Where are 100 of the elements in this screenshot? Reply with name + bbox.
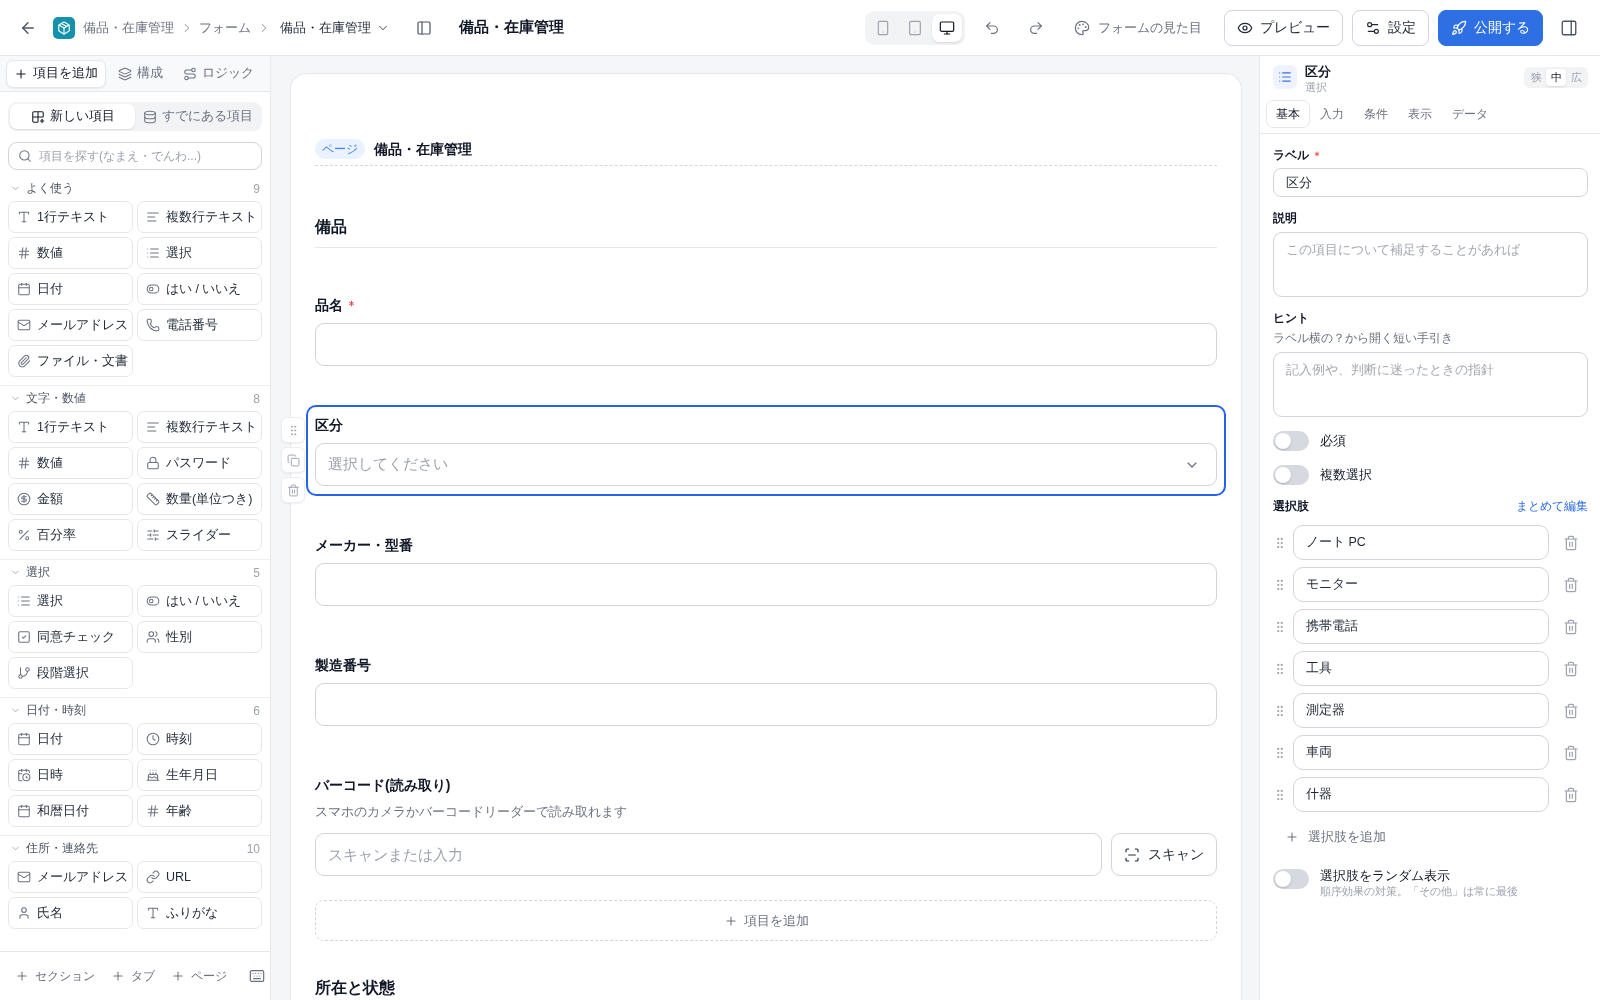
field-type-tile[interactable]: メールアドレス	[8, 861, 133, 893]
field-type-tile[interactable]: はい / いいえ	[137, 273, 262, 305]
description-textarea[interactable]: この項目について補足することがあれば	[1273, 232, 1588, 297]
trash-icon[interactable]	[1563, 702, 1579, 719]
field-type-tile[interactable]: 数値	[8, 447, 133, 479]
clock-icon	[146, 732, 160, 746]
toggle-switch[interactable]	[1273, 869, 1309, 889]
drag-handle-button[interactable]	[281, 417, 305, 443]
option-input[interactable]: 工具	[1293, 651, 1549, 686]
breadcrumb-link[interactable]: フォーム	[199, 18, 251, 37]
preview-button[interactable]: プレビュー	[1224, 9, 1343, 46]
text-input[interactable]	[315, 323, 1217, 366]
field-type-tile[interactable]: ふりがな	[137, 897, 262, 929]
bulk-edit-link[interactable]: まとめて編集	[1516, 498, 1588, 514]
trash-icon[interactable]	[1563, 534, 1579, 551]
trash-icon[interactable]	[1563, 660, 1579, 677]
form-menu-button[interactable]: 備品・在庫管理	[280, 18, 390, 37]
field-type-tile[interactable]: メールアドレス	[8, 309, 133, 341]
search-field[interactable]: 項目を探す(なまえ・でんわ...)	[8, 142, 262, 170]
field-type-tile[interactable]: 生年月日	[137, 759, 262, 791]
field-type-tile[interactable]: 数量(単位つき)	[137, 483, 262, 515]
footer-add-button[interactable]: ページ	[171, 968, 227, 984]
undo-icon[interactable]	[984, 19, 1000, 36]
field-type-tile[interactable]: 複数行テキスト	[137, 201, 262, 233]
sidebar-tab[interactable]: ロジック	[175, 59, 262, 88]
inspector-tab[interactable]: 基本	[1266, 100, 1310, 128]
toggle-switch[interactable]	[1273, 431, 1309, 451]
duplicate-button[interactable]	[281, 447, 305, 473]
field-type-tile[interactable]: 電話番号	[137, 309, 262, 341]
option-input[interactable]: 什器	[1293, 777, 1549, 812]
footer-add-button[interactable]: タブ	[111, 968, 155, 984]
option-input[interactable]: モニター	[1293, 567, 1549, 602]
sidebar-tab[interactable]: 項目を追加	[6, 59, 106, 88]
option-input[interactable]: 測定器	[1293, 693, 1549, 728]
option-input[interactable]: 車両	[1293, 735, 1549, 770]
field-type-tile[interactable]: 百分率	[8, 519, 133, 551]
toggle-label: 必須	[1320, 433, 1346, 449]
field-type-tile[interactable]: 年齢	[137, 795, 262, 827]
breadcrumb-link[interactable]: 備品・在庫管理	[83, 18, 174, 37]
mode-tab[interactable]: すでにある項目	[135, 104, 260, 129]
field-type-tile[interactable]: 1行テキスト	[8, 411, 133, 443]
mode-tab[interactable]: 新しい項目	[10, 104, 135, 129]
sidebar-tab[interactable]: 構成	[110, 59, 171, 88]
add-item-button[interactable]: 項目を追加	[315, 900, 1217, 941]
field-type-tile[interactable]: 日付	[8, 723, 133, 755]
copy-icon	[286, 453, 300, 467]
field-type-tile[interactable]: 時刻	[137, 723, 262, 755]
field-type-tile[interactable]: 日付	[8, 273, 133, 305]
field-type-tile[interactable]: ファイル・文書	[8, 345, 133, 377]
desktop-view-button[interactable]	[932, 13, 962, 42]
toggle-icon	[146, 594, 160, 608]
group-title[interactable]: よく使う	[26, 180, 74, 197]
field-type-tile[interactable]: 氏名	[8, 897, 133, 929]
text-input[interactable]	[315, 683, 1217, 726]
label-input[interactable]: 区分	[1273, 168, 1588, 197]
text-input[interactable]	[315, 563, 1217, 606]
field-type-tile[interactable]: 複数行テキスト	[137, 411, 262, 443]
field-type-tile[interactable]: 選択	[8, 585, 133, 617]
redo-icon[interactable]	[1028, 19, 1044, 36]
inspector-tab[interactable]: データ	[1442, 100, 1498, 128]
trash-icon[interactable]	[1563, 744, 1579, 761]
add-option-button[interactable]: 選択肢を追加	[1273, 825, 1386, 849]
inspector-tab[interactable]: 条件	[1354, 100, 1398, 128]
panel-right-icon[interactable]	[1560, 18, 1578, 37]
hint-textarea[interactable]: 記入例や、判断に迷ったときの指針	[1273, 352, 1588, 417]
group-title[interactable]: 文字・数値	[26, 390, 86, 407]
field-type-tile[interactable]: 同意チェック	[8, 621, 133, 653]
trash-icon[interactable]	[1563, 786, 1579, 803]
settings-button[interactable]: 設定	[1352, 9, 1429, 46]
scan-button[interactable]: スキャン	[1111, 833, 1217, 876]
group-title[interactable]: 日付・時刻	[26, 702, 86, 719]
footer-add-button[interactable]: セクション	[15, 968, 95, 984]
field-type-tile[interactable]: 日時	[8, 759, 133, 791]
inspector-tab[interactable]: 入力	[1310, 100, 1354, 128]
keyboard-icon[interactable]	[249, 968, 265, 984]
group-title[interactable]: 選択	[26, 564, 50, 581]
inspector-tab[interactable]: 表示	[1398, 100, 1442, 128]
group-title[interactable]: 住所・連絡先	[26, 840, 98, 857]
trash-icon[interactable]	[1563, 618, 1579, 635]
field-type-tile[interactable]: スライダー	[137, 519, 262, 551]
field-type-tile[interactable]: パスワード	[137, 447, 262, 479]
delete-button[interactable]	[281, 477, 305, 503]
trash-icon[interactable]	[1563, 576, 1579, 593]
field-type-tile[interactable]: 和暦日付	[8, 795, 133, 827]
field-type-tile[interactable]: 1行テキスト	[8, 201, 133, 233]
option-input[interactable]: 携帯電話	[1293, 609, 1549, 644]
field-type-tile[interactable]: はい / いいえ	[137, 585, 262, 617]
field-type-tile[interactable]: 金額	[8, 483, 133, 515]
field-type-tile[interactable]: URL	[137, 861, 262, 893]
scan-input[interactable]: スキャンまたは入力	[315, 833, 1102, 876]
field-type-tile[interactable]: 数値	[8, 237, 133, 269]
field-type-tile[interactable]: 段階選択	[8, 657, 133, 689]
publish-button[interactable]: 公開する	[1438, 9, 1543, 46]
width-option[interactable]: 中	[1546, 69, 1566, 86]
option-input[interactable]: ノート PC	[1293, 525, 1549, 560]
field-type-tile[interactable]: 性別	[137, 621, 262, 653]
toggle-switch[interactable]	[1273, 465, 1309, 485]
appearance-button[interactable]: フォームの見た目	[1074, 18, 1202, 37]
panel-left-icon[interactable]	[416, 19, 432, 36]
field-type-tile[interactable]: 選択	[137, 237, 262, 269]
